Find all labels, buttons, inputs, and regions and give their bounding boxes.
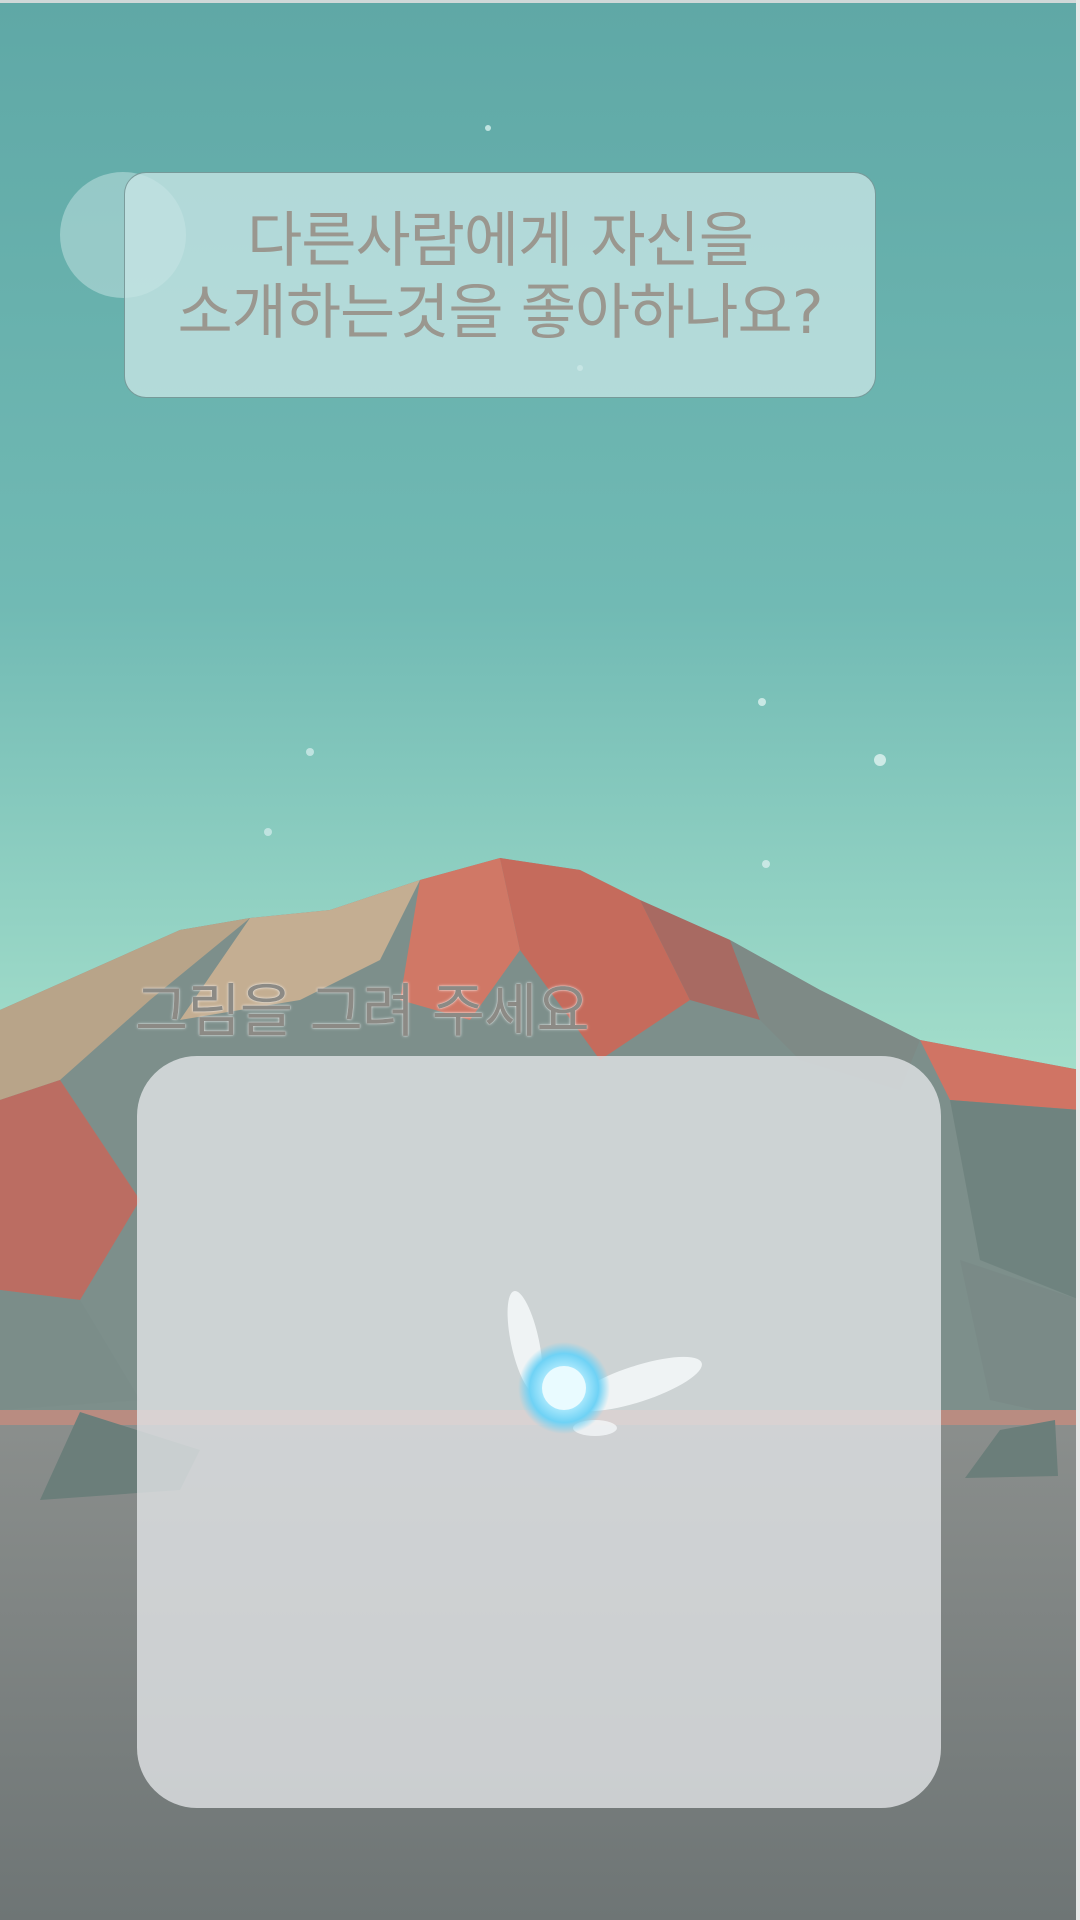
question-line-1: 다른사람에게 자신을 — [247, 206, 754, 276]
question-text: 다른사람에게 자신을 소개하는것을 좋아하나요? — [124, 205, 876, 349]
fairy-icon — [507, 1291, 702, 1436]
drawing-canvas[interactable] — [137, 1056, 941, 1808]
drawing-instruction-label: 그림을 그려 주세요 — [135, 977, 590, 1045]
right-edge-strip — [1076, 0, 1080, 1920]
top-edge-line — [0, 0, 1080, 3]
question-line-2: 소개하는것을 좋아하나요? — [177, 278, 823, 348]
